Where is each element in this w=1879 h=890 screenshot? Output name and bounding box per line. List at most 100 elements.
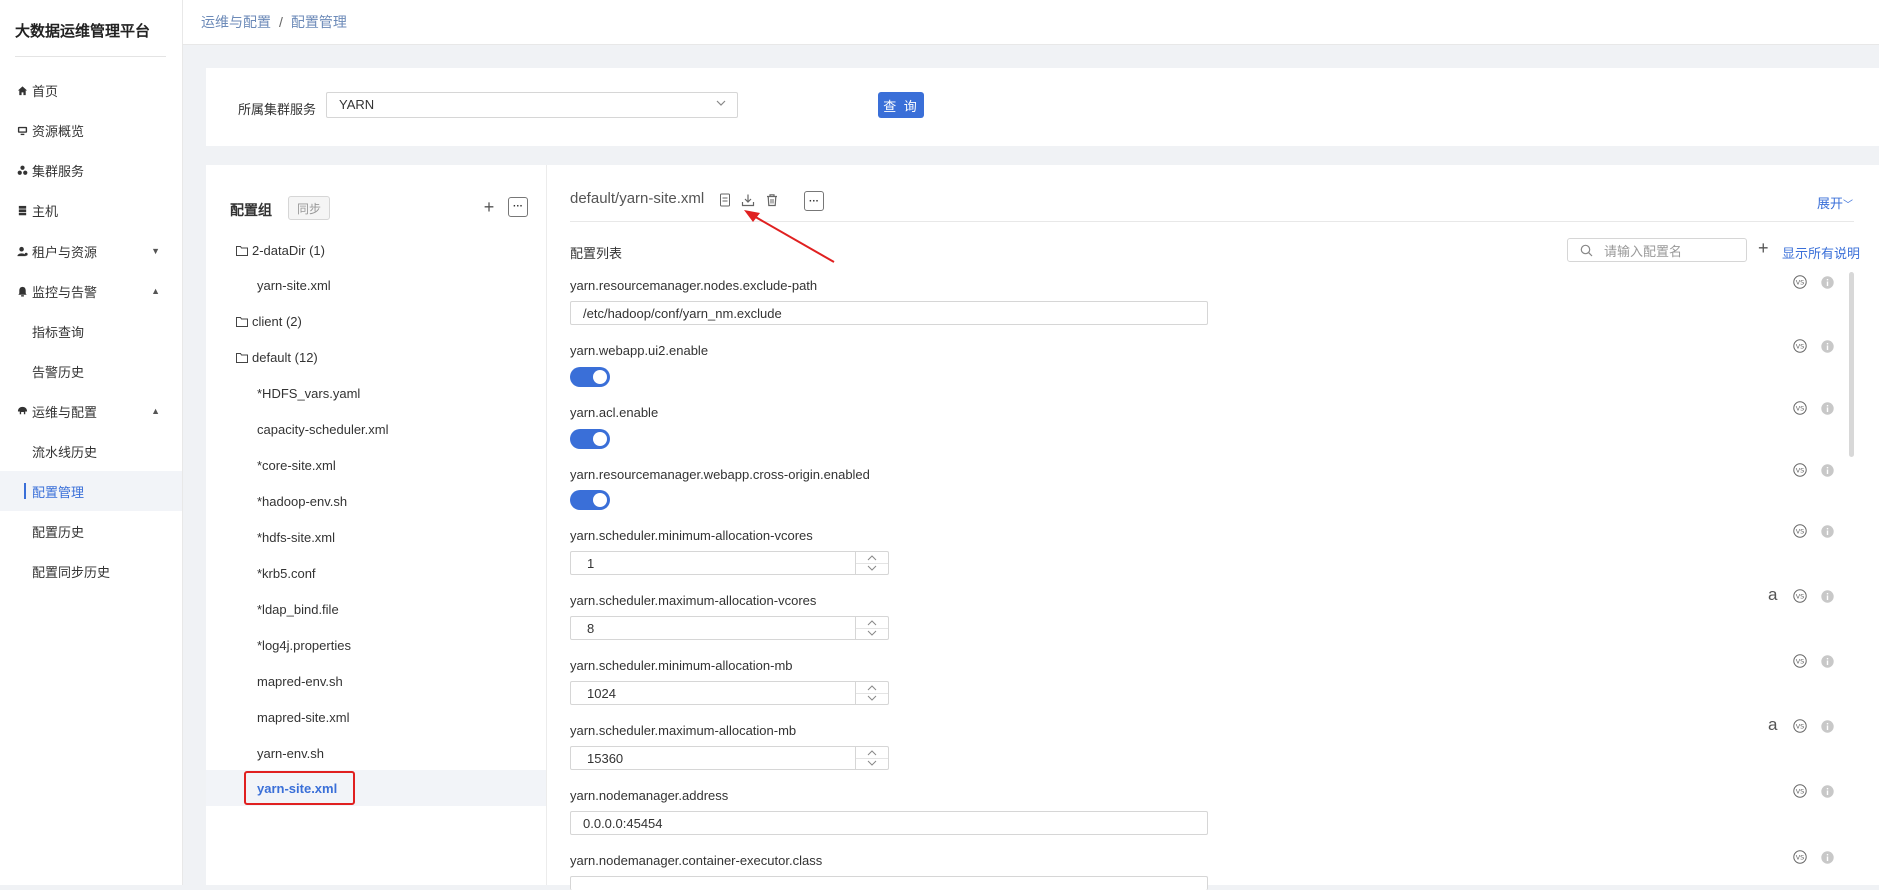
svg-text:VS: VS xyxy=(1796,592,1805,600)
property-number-input[interactable]: 1024 xyxy=(570,681,889,705)
svg-text:VS: VS xyxy=(1796,527,1805,535)
sidebar-subitem-pipeline-history[interactable]: 流水线历史 xyxy=(0,431,182,471)
home-icon xyxy=(16,84,28,96)
property-toggle[interactable] xyxy=(570,367,610,387)
property-toggle[interactable] xyxy=(570,429,610,449)
sidebar-subitem-alert-history[interactable]: 告警历史 xyxy=(0,351,182,391)
expand-toggle[interactable]: 展开﹀ xyxy=(1817,193,1853,212)
sidebar-subitem-config-history[interactable]: 配置历史 xyxy=(0,511,182,551)
info-icon[interactable] xyxy=(1821,851,1834,864)
property-name: yarn.nodemanager.container-executor.clas… xyxy=(570,853,823,868)
select-value: YARN xyxy=(339,97,375,112)
folder-2-datadir[interactable]: 2-dataDir (1) xyxy=(236,240,325,260)
tree-file-item[interactable]: *HDFS_vars.yaml xyxy=(206,375,546,411)
version-compare-icon[interactable]: VS xyxy=(1793,339,1807,353)
font-a-icon[interactable]: a xyxy=(1768,715,1777,735)
folder-label: default (12) xyxy=(252,349,318,365)
chevron-down-icon xyxy=(867,565,877,571)
info-icon[interactable] xyxy=(1821,655,1834,668)
property-name: yarn.resourcemanager.webapp.cross-origin… xyxy=(570,467,870,482)
tree-file-item[interactable]: *ldap_bind.file xyxy=(206,591,546,627)
sync-button[interactable]: 同步 xyxy=(288,196,330,220)
info-icon[interactable] xyxy=(1821,590,1834,603)
tree-file-item[interactable]: *log4j.properties xyxy=(206,627,546,663)
number-stepper[interactable] xyxy=(855,617,888,639)
version-compare-icon[interactable]: VS xyxy=(1793,654,1807,668)
breadcrumb-parent[interactable]: 运维与配置 xyxy=(201,14,271,30)
scrollbar[interactable] xyxy=(1849,272,1854,457)
folder-client[interactable]: client (2) xyxy=(236,311,302,331)
tree-file-item[interactable]: mapred-env.sh xyxy=(206,663,546,699)
sidebar-subitem-config-management[interactable]: 配置管理 xyxy=(0,471,182,511)
tree-file-item[interactable]: *krb5.conf xyxy=(206,555,546,591)
chevron-up-icon xyxy=(867,620,877,626)
info-icon[interactable] xyxy=(1821,785,1834,798)
svg-text:VS: VS xyxy=(1796,342,1805,350)
top-header: 运维与配置 / 配置管理 xyxy=(183,0,1879,45)
font-a-icon[interactable]: a xyxy=(1768,585,1777,605)
svg-text:VS: VS xyxy=(1796,404,1805,412)
info-icon[interactable] xyxy=(1821,720,1834,733)
info-icon[interactable] xyxy=(1821,525,1834,538)
property-number-input[interactable]: 15360 xyxy=(570,746,889,770)
property-value-input[interactable]: /etc/hadoop/conf/yarn_nm.exclude xyxy=(570,301,1208,325)
add-config-button[interactable]: + xyxy=(1758,238,1769,259)
version-compare-icon[interactable]: VS xyxy=(1793,719,1807,733)
sidebar-item-monitoring[interactable]: 监控与告警 ▲ xyxy=(0,271,182,311)
property-name: yarn.nodemanager.address xyxy=(570,788,729,803)
number-stepper[interactable] xyxy=(855,552,888,574)
show-all-descriptions-link[interactable]: 显示所有说明 xyxy=(1782,243,1860,262)
cluster-icon xyxy=(16,164,28,176)
svg-text:VS: VS xyxy=(1796,657,1805,665)
number-stepper[interactable] xyxy=(855,682,888,704)
info-icon[interactable] xyxy=(1821,340,1834,353)
chevron-up-icon: ▲ xyxy=(151,406,160,416)
add-group-button[interactable]: + xyxy=(481,197,497,217)
tree-file-item[interactable]: yarn-site.xml xyxy=(206,267,546,303)
info-icon[interactable] xyxy=(1821,402,1834,415)
number-stepper[interactable] xyxy=(855,747,888,769)
more-options-button[interactable]: ··· xyxy=(508,197,528,217)
chevron-down-icon xyxy=(867,630,877,636)
chevron-up-icon xyxy=(867,685,877,691)
version-compare-icon[interactable]: VS xyxy=(1793,463,1807,477)
folder-icon xyxy=(236,352,248,363)
query-button[interactable]: 查 询 xyxy=(878,92,924,118)
svg-text:VS: VS xyxy=(1796,722,1805,730)
sidebar-item-home[interactable]: 首页 xyxy=(0,70,182,110)
document-icon[interactable] xyxy=(718,193,732,207)
tree-file-item[interactable]: *core-site.xml xyxy=(206,447,546,483)
tree-file-item[interactable]: capacity-scheduler.xml xyxy=(206,411,546,447)
version-compare-icon[interactable]: VS xyxy=(1793,784,1807,798)
version-compare-icon[interactable]: VS xyxy=(1793,850,1807,864)
tree-file-item[interactable]: yarn-env.sh xyxy=(206,735,546,771)
property-toggle[interactable] xyxy=(570,490,610,510)
property-value-input[interactable]: 0.0.0.0:45454 xyxy=(570,811,1208,835)
tree-file-item[interactable]: *hdfs-site.xml xyxy=(206,519,546,555)
sidebar-item-tenants[interactable]: 租户与资源 ▼ xyxy=(0,231,182,271)
property-value-input[interactable] xyxy=(570,876,1208,890)
search-field[interactable] xyxy=(1602,241,1741,261)
version-compare-icon[interactable]: VS xyxy=(1793,589,1807,603)
chevron-down-icon: ﹀ xyxy=(1843,200,1854,211)
tree-file-item[interactable]: mapred-site.xml xyxy=(206,699,546,735)
folder-icon xyxy=(236,245,248,256)
version-compare-icon[interactable]: VS xyxy=(1793,524,1807,538)
info-icon[interactable] xyxy=(1821,276,1834,289)
version-compare-icon[interactable]: VS xyxy=(1793,275,1807,289)
tree-file-item[interactable]: *hadoop-env.sh xyxy=(206,483,546,519)
config-search-input[interactable] xyxy=(1567,238,1747,262)
version-compare-icon[interactable]: VS xyxy=(1793,401,1807,415)
folder-default[interactable]: default (12) xyxy=(236,347,318,367)
cluster-service-select[interactable]: YARN xyxy=(326,92,738,118)
info-icon[interactable] xyxy=(1821,464,1834,477)
sidebar-item-hosts[interactable]: 主机 xyxy=(0,190,182,230)
sidebar-item-ops-config[interactable]: 运维与配置 ▲ xyxy=(0,391,182,431)
sidebar-item-label: 主机 xyxy=(32,203,59,219)
property-number-input[interactable]: 1 xyxy=(570,551,889,575)
sidebar-subitem-config-sync-history[interactable]: 配置同步历史 xyxy=(0,551,182,591)
sidebar-item-resource-overview[interactable]: 资源概览 xyxy=(0,110,182,150)
property-number-input[interactable]: 8 xyxy=(570,616,889,640)
sidebar-subitem-metric-query[interactable]: 指标查询 xyxy=(0,311,182,351)
sidebar-item-cluster-services[interactable]: 集群服务 xyxy=(0,150,182,190)
